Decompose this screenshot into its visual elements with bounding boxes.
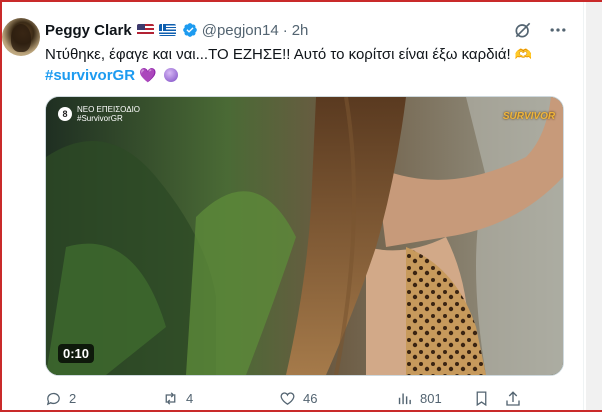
episode-number: 8 [58,107,72,121]
crystal-ball-icon [163,68,178,82]
tweet-card[interactable]: Peggy Clark @pegjon14 · 2h Ντύθηκε, έφαγ… [2,2,584,410]
episode-badge: 8 ΝΕΟ ΕΠΕΙΣΟΔΙΟ #SurvivorGR [58,105,140,123]
tweet-actions: 2 4 46 801 [45,390,525,410]
scrollbar[interactable] [586,2,602,410]
reply-button[interactable]: 2 [45,390,76,407]
author-name[interactable]: Peggy Clark [45,22,132,39]
views-button[interactable]: 801 [396,390,442,407]
share-icon[interactable] [504,390,522,408]
episode-tag: #SurvivorGR [77,114,123,123]
like-button[interactable]: 46 [279,390,317,407]
more-options-icon[interactable] [548,20,568,40]
video-player[interactable]: 8 ΝΕΟ ΕΠΕΙΣΟΔΙΟ #SurvivorGR SURVIVOR 0:1… [45,96,564,376]
tweet-text: Ντύθηκε, έφαγε και ναι...ΤΟ ΕΖΗΣΕ!! Αυτό… [45,44,575,86]
episode-label: ΝΕΟ ΕΠΕΙΣΟΔΙΟ [77,105,141,114]
retweet-icon [165,392,176,405]
timestamp[interactable]: 2h [292,22,309,39]
video-duration: 0:10 [58,344,95,363]
retweet-button[interactable]: 4 [162,390,193,407]
avatar[interactable] [2,18,40,56]
reply-icon [46,392,60,406]
grok-icon[interactable] [513,20,533,40]
heart-hands-icon: 🫶 [514,46,533,62]
video-thumbnail [46,97,563,375]
retweet-count: 4 [186,391,194,406]
tweet-header: Peggy Clark @pegjon14 · 2h [45,20,308,40]
purple-heart-icon: 💜 [139,67,157,83]
survivor-logo: SURVIVOR [502,110,556,122]
bookmark-icon[interactable] [473,390,490,407]
hashtag-link[interactable]: #survivorGR [45,67,135,84]
us-flag-icon [136,24,154,36]
author-handle[interactable]: @pegjon14 [202,22,279,39]
view-count: 801 [420,391,442,406]
heart-icon [280,392,295,405]
separator-dot: · [282,21,288,39]
reply-count: 2 [69,391,77,406]
analytics-icon [398,393,411,405]
like-count: 46 [303,391,318,406]
tweet-text-line: Ντύθηκε, έφαγε και ναι...ΤΟ ΕΖΗΣΕ!! Αυτό… [45,46,511,63]
verified-badge-icon [182,23,197,37]
greece-flag-icon [158,24,176,36]
